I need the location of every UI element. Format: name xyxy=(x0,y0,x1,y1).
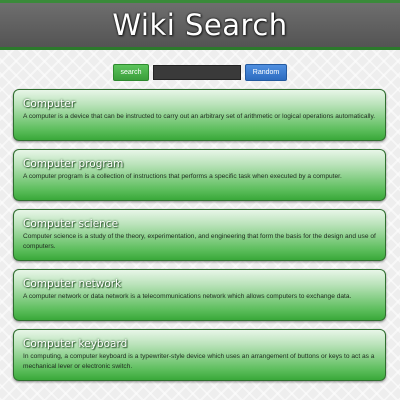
result-card-computer-network[interactable]: Computer network A computer network or d… xyxy=(13,269,386,321)
result-snippet: A computer program is a collection of in… xyxy=(23,173,342,180)
random-button[interactable]: Random xyxy=(245,63,287,81)
search-button[interactable]: search xyxy=(113,63,149,81)
result-title: Computer keyboard xyxy=(23,338,128,350)
result-title: Computer network xyxy=(23,278,122,290)
result-snippet: A computer is a device that can be instr… xyxy=(23,113,376,120)
result-snippet: Computer science is a study of the theor… xyxy=(23,233,376,250)
result-card-computer-program[interactable]: Computer program A computer program is a… xyxy=(13,149,386,201)
page-title: Wiki Search xyxy=(112,8,288,42)
search-input[interactable] xyxy=(153,64,241,80)
result-title: Computer science xyxy=(23,218,119,230)
result-card-computer[interactable]: Computer A computer is a device that can… xyxy=(13,89,386,141)
result-card-computer-science[interactable]: Computer science Computer science is a s… xyxy=(13,209,386,261)
results-list: Computer A computer is a device that can… xyxy=(13,89,386,389)
result-card-computer-keyboard[interactable]: Computer keyboard In computing, a comput… xyxy=(13,329,386,381)
search-bar: search Random xyxy=(0,63,400,81)
result-snippet: In computing, a computer keyboard is a t… xyxy=(23,353,375,370)
result-snippet: A computer network or data network is a … xyxy=(23,293,352,300)
app-header: Wiki Search xyxy=(0,0,400,50)
result-title: Computer xyxy=(23,98,76,110)
result-title: Computer program xyxy=(23,158,124,170)
